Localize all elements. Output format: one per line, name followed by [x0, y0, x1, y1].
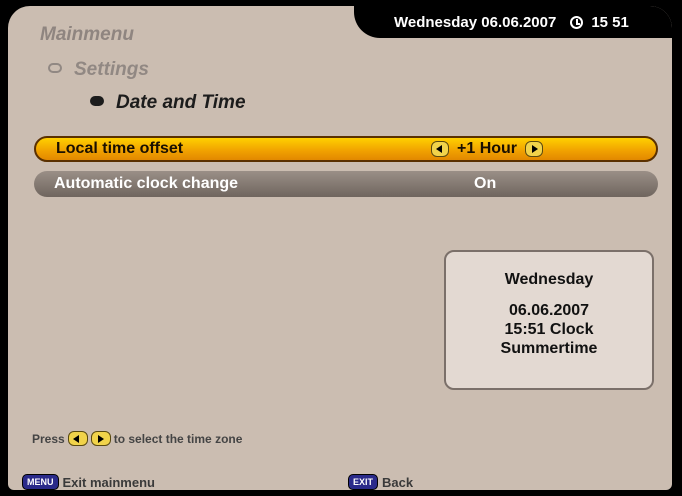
time-display: 15 51	[591, 13, 629, 31]
datetime-info-panel: Wednesday 06.06.2007 15:51 Clock Summert…	[444, 250, 654, 390]
local-time-offset-label: Local time offset	[56, 140, 184, 157]
automatic-clock-change-value: On	[474, 175, 497, 192]
local-time-offset-value[interactable]: +1 Hour	[431, 140, 544, 158]
arrow-left-key-icon	[67, 431, 88, 446]
automatic-clock-change-label: Automatic clock change	[54, 175, 239, 192]
arrow-right-icon[interactable]	[525, 141, 544, 157]
arrow-right-key-icon	[90, 431, 111, 446]
page-title: Date and Time	[116, 92, 246, 113]
info-date: 06.06.2007	[508, 302, 590, 319]
help-hint: Press to select the time zone	[32, 431, 243, 446]
breadcrumb-date-and-time: Date and Time	[90, 92, 246, 114]
info-mode: Summertime	[500, 340, 598, 357]
breadcrumb-settings[interactable]: Settings	[48, 59, 149, 81]
tv-screen: Wednesday 06.06.2007 15 51 Mainmenu Sett…	[8, 6, 672, 490]
info-day: Wednesday	[504, 271, 594, 288]
submenu-arrow-icon	[48, 62, 62, 73]
info-time: 15:51 Clock	[504, 321, 594, 338]
back-button[interactable]: EXIT Back	[348, 474, 413, 490]
breadcrumb-mainmenu[interactable]: Mainmenu	[40, 24, 134, 46]
status-bar: Wednesday 06.06.2007 15 51	[354, 6, 672, 38]
submenu-arrow-icon	[90, 95, 104, 106]
automatic-clock-change-row[interactable]: Automatic clock change On	[34, 171, 658, 197]
exit-mainmenu-button[interactable]: MENU Exit mainmenu	[22, 474, 155, 490]
local-time-offset-row[interactable]: Local time offset +1 Hour	[34, 136, 658, 162]
clock-icon	[570, 15, 584, 29]
exit-key-icon: EXIT	[348, 474, 379, 490]
arrow-left-icon[interactable]	[431, 141, 449, 157]
date-display: Wednesday 06.06.2007	[394, 13, 557, 31]
menu-key-icon: MENU	[22, 474, 59, 490]
